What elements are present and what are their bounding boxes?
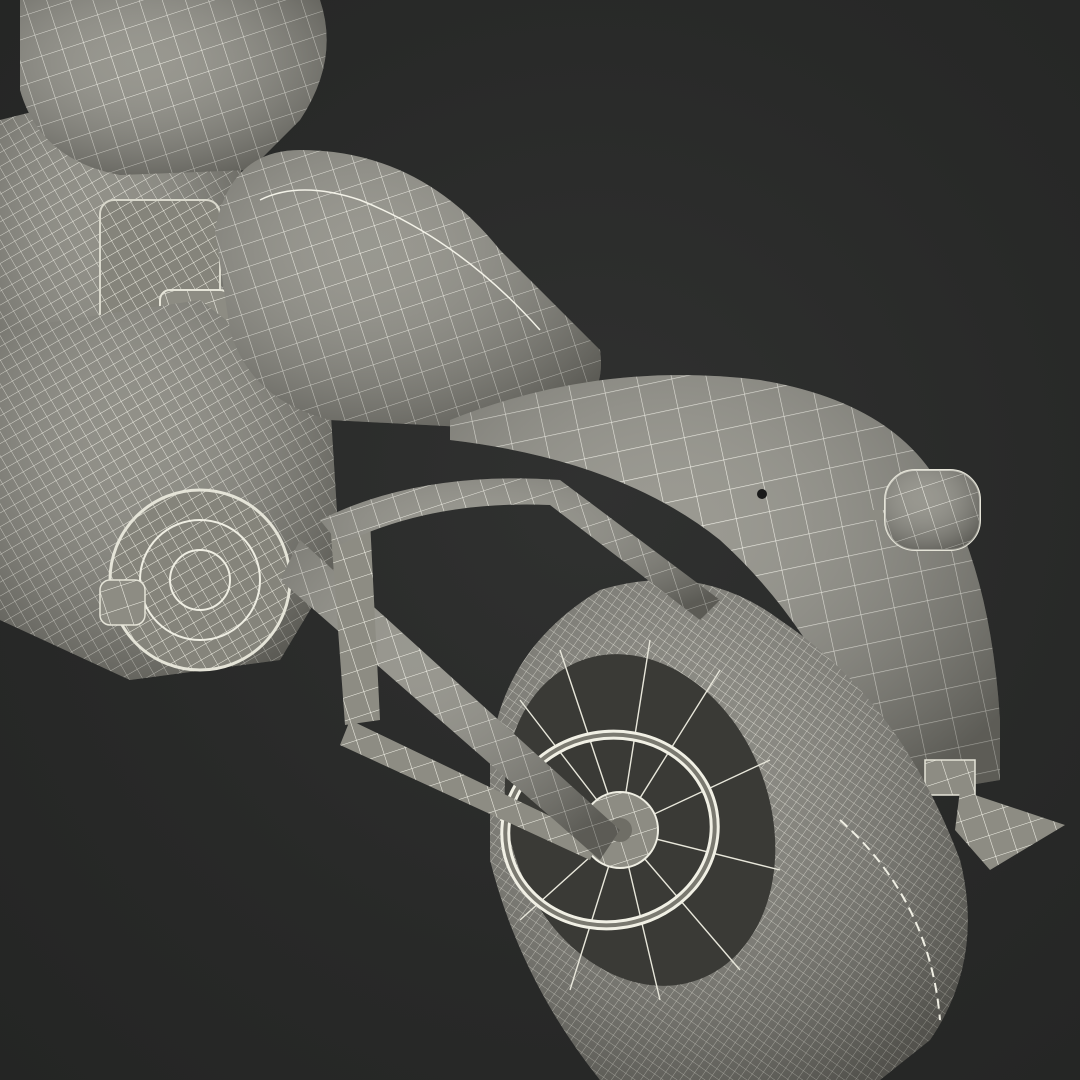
license-light — [924, 759, 976, 796]
license-plate-bracket — [955, 790, 1065, 870]
footpeg — [99, 579, 146, 626]
motorcycle-wireframe-render — [0, 0, 1065, 1080]
render-viewport — [0, 0, 1080, 1080]
fuel-tank — [20, 0, 327, 175]
fender-bolt-hole — [757, 489, 767, 499]
seat — [215, 150, 601, 430]
